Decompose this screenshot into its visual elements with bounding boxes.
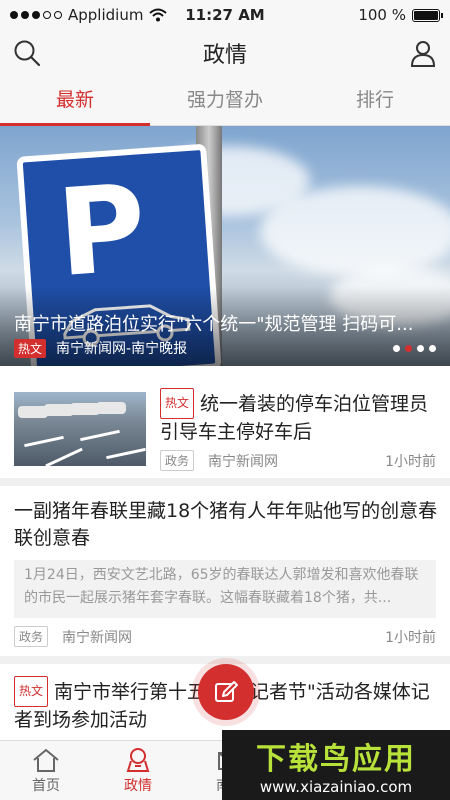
tab-latest[interactable]: 最新 <box>0 76 150 126</box>
navigation-bar: 政情 <box>0 30 450 76</box>
signal-icon <box>10 11 62 19</box>
banner-carousel[interactable]: P 南宁市道路泊位实行"六个统一"规范管理 扫码可... 热文 南宁新闻网-南宁… <box>0 126 450 366</box>
carousel-dot[interactable] <box>417 345 424 352</box>
category-tag: 政务 <box>160 450 195 471</box>
article-source: 南宁新闻网 <box>208 453 279 470</box>
article-time: 1小时前 <box>385 629 436 646</box>
tab-supervision[interactable]: 强力督办 <box>150 76 300 125</box>
banner-cloud <box>260 186 450 276</box>
banner-title[interactable]: 南宁市道路泊位实行"六个统一"规范管理 扫码可... <box>14 310 442 336</box>
hot-tag: 热文 <box>14 338 47 358</box>
banner-meta: 热文 南宁新闻网-南宁晚报 <box>14 338 187 358</box>
hot-tag: 热文 <box>160 388 195 419</box>
edit-icon <box>215 681 238 702</box>
article-title-text: 统一着装的停车泊位管理员引导车主停好车后 <box>160 393 429 443</box>
article-source: 南宁新闻网 <box>62 629 133 646</box>
tabbar-home[interactable]: 首页 <box>0 741 92 800</box>
wifi-icon <box>149 8 168 22</box>
hot-tag: 热文 <box>14 676 49 707</box>
status-bar: Applidium 11:27 AM 100 % <box>0 0 450 30</box>
compose-button[interactable] <box>198 664 254 720</box>
battery-icon <box>412 8 443 22</box>
article-thumbnail <box>14 392 146 466</box>
carousel-dot[interactable] <box>393 345 400 352</box>
top-tabs: 最新 强力督办 排行 <box>0 76 450 126</box>
article-card[interactable]: 热文 统一着装的停车泊位管理员引导车主停好车后 政务 南宁新闻网 1小时前 <box>0 366 450 486</box>
battery-label: 100 % <box>358 6 406 24</box>
status-left: Applidium <box>10 6 168 24</box>
carousel-pager[interactable] <box>393 345 436 352</box>
battery-level <box>414 10 438 20</box>
article-summary: 1月24日，西安文艺北路，65岁的春联达人郭增发和喜欢他春联的市民一起展示猪年套… <box>14 560 436 618</box>
watermark-url: www.xiazainiao.com <box>259 778 413 796</box>
parking-p-glyph: P <box>53 159 151 305</box>
article-card[interactable]: 一副猪年春联里藏18个猪有人年年贴他写的创意春联创意春 1月24日，西安文艺北路… <box>0 486 450 664</box>
article-time: 1小时前 <box>385 453 436 470</box>
page-title: 政情 <box>202 43 247 68</box>
article-title[interactable]: 一副猪年春联里藏18个猪有人年年贴他写的创意春联创意春 <box>14 498 438 552</box>
search-icon[interactable] <box>12 38 42 68</box>
tabbar-politics[interactable]: 政情 <box>92 741 184 800</box>
tab-ranking[interactable]: 排行 <box>300 76 450 125</box>
carrier-label: Applidium <box>68 6 144 24</box>
carousel-dot[interactable] <box>429 345 436 352</box>
watermark-logo: 下载鸟应用 www.xiazainiao.com <box>222 730 450 800</box>
article-meta: 政务 南宁新闻网 1小时前 <box>160 450 436 471</box>
watermark-text: 下载鸟应用 <box>256 742 416 777</box>
tabbar-label: 政情 <box>124 778 152 794</box>
home-icon <box>33 748 59 772</box>
banner-source: 南宁新闻网-南宁晚报 <box>56 341 188 357</box>
category-tag: 政务 <box>14 626 49 647</box>
article-meta: 政务 南宁新闻网 1小时前 <box>14 626 436 647</box>
tabbar-label: 首页 <box>32 778 60 794</box>
article-title[interactable]: 热文 统一着装的停车泊位管理员引导车主停好车后 <box>160 388 440 446</box>
user-icon[interactable] <box>408 38 438 68</box>
government-icon <box>126 748 150 772</box>
status-right: 100 % <box>358 6 443 24</box>
carousel-dot[interactable] <box>405 345 412 352</box>
